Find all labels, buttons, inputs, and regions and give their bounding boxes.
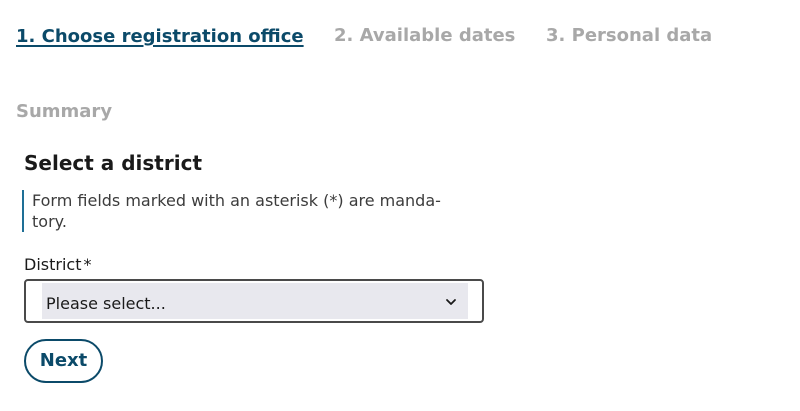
step-summary: Summary [16,101,113,122]
chevron-down-icon [446,299,456,305]
step-available-dates: 2. Available dates [334,25,516,46]
page: 1. Choose registration office 2. Availab… [0,0,800,411]
mandatory-fields-hint: Form fields marked with an asterisk (*) … [22,190,472,232]
district-label-text: District [24,255,82,274]
district-select-field[interactable]: Please select... [42,283,468,319]
next-button[interactable]: Next [24,339,103,383]
required-marker: * [83,255,92,274]
district-label: District * [24,254,91,276]
step-choose-registration-office[interactable]: 1. Choose registration office [16,25,304,49]
section-title: Select a district [24,151,202,175]
district-select[interactable]: Please select... [24,279,484,323]
district-select-value: Please select... [46,294,166,313]
hint-text: Form fields marked with an asterisk (*) … [32,191,441,231]
step-personal-data: 3. Personal data [546,25,713,46]
